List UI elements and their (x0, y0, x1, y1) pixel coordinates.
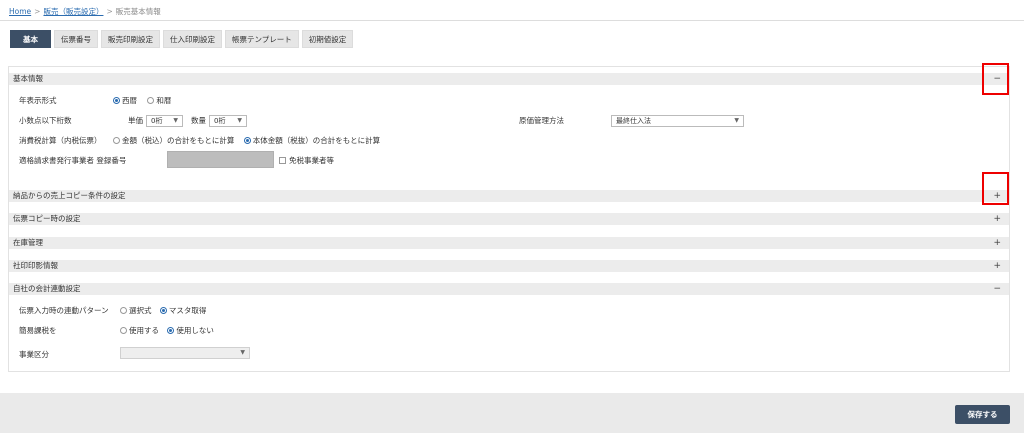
cost-method-select[interactable]: 最終仕入法 ▼ (611, 115, 744, 127)
link-pattern-label: 伝票入力時の連動パターン (19, 306, 109, 315)
chevron-down-icon: ▼ (173, 117, 178, 124)
breadcrumb-current: 販売基本情報 (115, 7, 161, 16)
section-title: 基本情報 (13, 74, 43, 83)
expand-icon[interactable]: + (993, 260, 1001, 272)
year-format-seireki-radio[interactable]: 西暦 (113, 96, 137, 105)
year-format-label: 年表示形式 (19, 96, 57, 105)
year-format-wareki-radio[interactable]: 和暦 (147, 96, 171, 105)
unit-price-decimals-select[interactable]: 0桁 ▼ (146, 115, 183, 127)
tab-basic[interactable]: 基本 (10, 30, 51, 48)
chevron-down-icon: ▼ (734, 117, 739, 124)
business-type-label: 事業区分 (19, 350, 49, 359)
section-title: 社印印影情報 (13, 261, 58, 270)
radio-selected-icon (167, 327, 175, 334)
expand-icon[interactable]: + (993, 237, 1001, 249)
simple-tax-options: 使用する 使用しない (120, 325, 214, 337)
simple-tax-nouse-radio[interactable]: 使用しない (167, 326, 214, 335)
section-title: 自社の会計連動設定 (13, 284, 81, 293)
section-title: 伝票コピー時の設定 (13, 214, 81, 223)
tab-form-template[interactable]: 帳票テンプレート (225, 30, 299, 48)
radio-selected-icon (113, 97, 120, 104)
unit-price-label: 単価 (128, 116, 143, 125)
year-format-options: 西暦 和暦 (113, 95, 171, 107)
quantity-label: 数量 (191, 116, 206, 125)
section-header-slip-copy[interactable]: 伝票コピー時の設定 + (9, 213, 1009, 225)
tax-exempt-checkbox[interactable]: 免税事業者等 (279, 155, 334, 167)
chevron-down-icon: ▼ (240, 349, 245, 356)
tax-calc-exclusive-radio[interactable]: 本体金額（税抜）の合計をもとに計算 (243, 136, 380, 145)
quantity-decimals-select[interactable]: 0桁 ▼ (209, 115, 247, 127)
section-title: 納品からの売上コピー条件の設定 (13, 191, 126, 200)
save-button[interactable]: 保存する (955, 405, 1010, 424)
breadcrumb-parent-link[interactable]: 販売（販売設定） (43, 7, 103, 16)
radio-selected-icon (159, 307, 167, 314)
chevron-down-icon: ▼ (237, 117, 242, 124)
cost-method-label: 原価管理方法 (519, 116, 564, 125)
breadcrumb-separator: > (106, 7, 113, 16)
section-header-company-seal[interactable]: 社印印影情報 + (9, 260, 1009, 272)
tax-calc-label: 消費税計算（内税伝票） (19, 136, 102, 145)
expand-icon[interactable]: + (993, 190, 1001, 202)
breadcrumb: Home > 販売（販売設定） > 販売基本情報 (9, 6, 161, 17)
collapse-icon[interactable]: − (993, 283, 1001, 295)
simple-tax-use-radio[interactable]: 使用する (120, 326, 159, 335)
footer-bar: 保存する (0, 393, 1024, 433)
breadcrumb-home-link[interactable]: Home (9, 7, 31, 16)
radio-icon (113, 137, 120, 144)
radio-selected-icon (243, 137, 251, 144)
tab-slip-number[interactable]: 伝票番号 (54, 30, 98, 48)
tab-default-values[interactable]: 初期値設定 (301, 30, 354, 48)
collapse-icon[interactable]: − (993, 73, 1001, 85)
section-header-basic-info[interactable]: 基本情報 − (9, 73, 1009, 85)
tax-calc-options: 金額（税込）の合計をもとに計算 本体金額（税抜）の合計をもとに計算 (113, 135, 380, 147)
radio-icon (147, 97, 155, 104)
section-title: 在庫管理 (13, 238, 43, 247)
expand-icon[interactable]: + (993, 213, 1001, 225)
radio-icon (120, 327, 127, 334)
radio-icon (120, 307, 127, 314)
decimal-places-label: 小数点以下桁数 (19, 116, 72, 125)
tax-calc-inclusive-radio[interactable]: 金額（税込）の合計をもとに計算 (113, 136, 234, 145)
tab-purchase-print[interactable]: 仕入印刷設定 (163, 30, 222, 48)
simple-tax-label: 簡易課税を (19, 326, 57, 335)
link-pattern-master-radio[interactable]: マスタ取得 (159, 306, 206, 315)
registration-number-input[interactable] (167, 151, 274, 168)
tab-sales-print[interactable]: 販売印刷設定 (101, 30, 160, 48)
invoice-registration-label: 適格請求書発行事業者 登録番号 (19, 156, 127, 165)
tab-bar: 基本 伝票番号 販売印刷設定 仕入印刷設定 帳票テンプレート 初期値設定 (10, 30, 354, 48)
section-header-accounting[interactable]: 自社の会計連動設定 − (9, 283, 1009, 295)
section-header-sales-copy-conditions[interactable]: 納品からの売上コピー条件の設定 + (9, 190, 1009, 202)
link-pattern-choice-radio[interactable]: 選択式 (120, 306, 152, 315)
header-divider (0, 20, 1024, 21)
breadcrumb-separator: > (34, 7, 41, 16)
checkbox-icon (279, 157, 286, 164)
link-pattern-options: 選択式 マスタ取得 (120, 305, 206, 317)
settings-panel: 基本情報 − 年表示形式 西暦 和暦 小数点以下桁数 単価 0桁 ▼ 数量 0桁 ▼… (8, 66, 1010, 372)
section-header-inventory[interactable]: 在庫管理 + (9, 237, 1009, 249)
business-type-select[interactable]: ▼ (120, 347, 250, 359)
